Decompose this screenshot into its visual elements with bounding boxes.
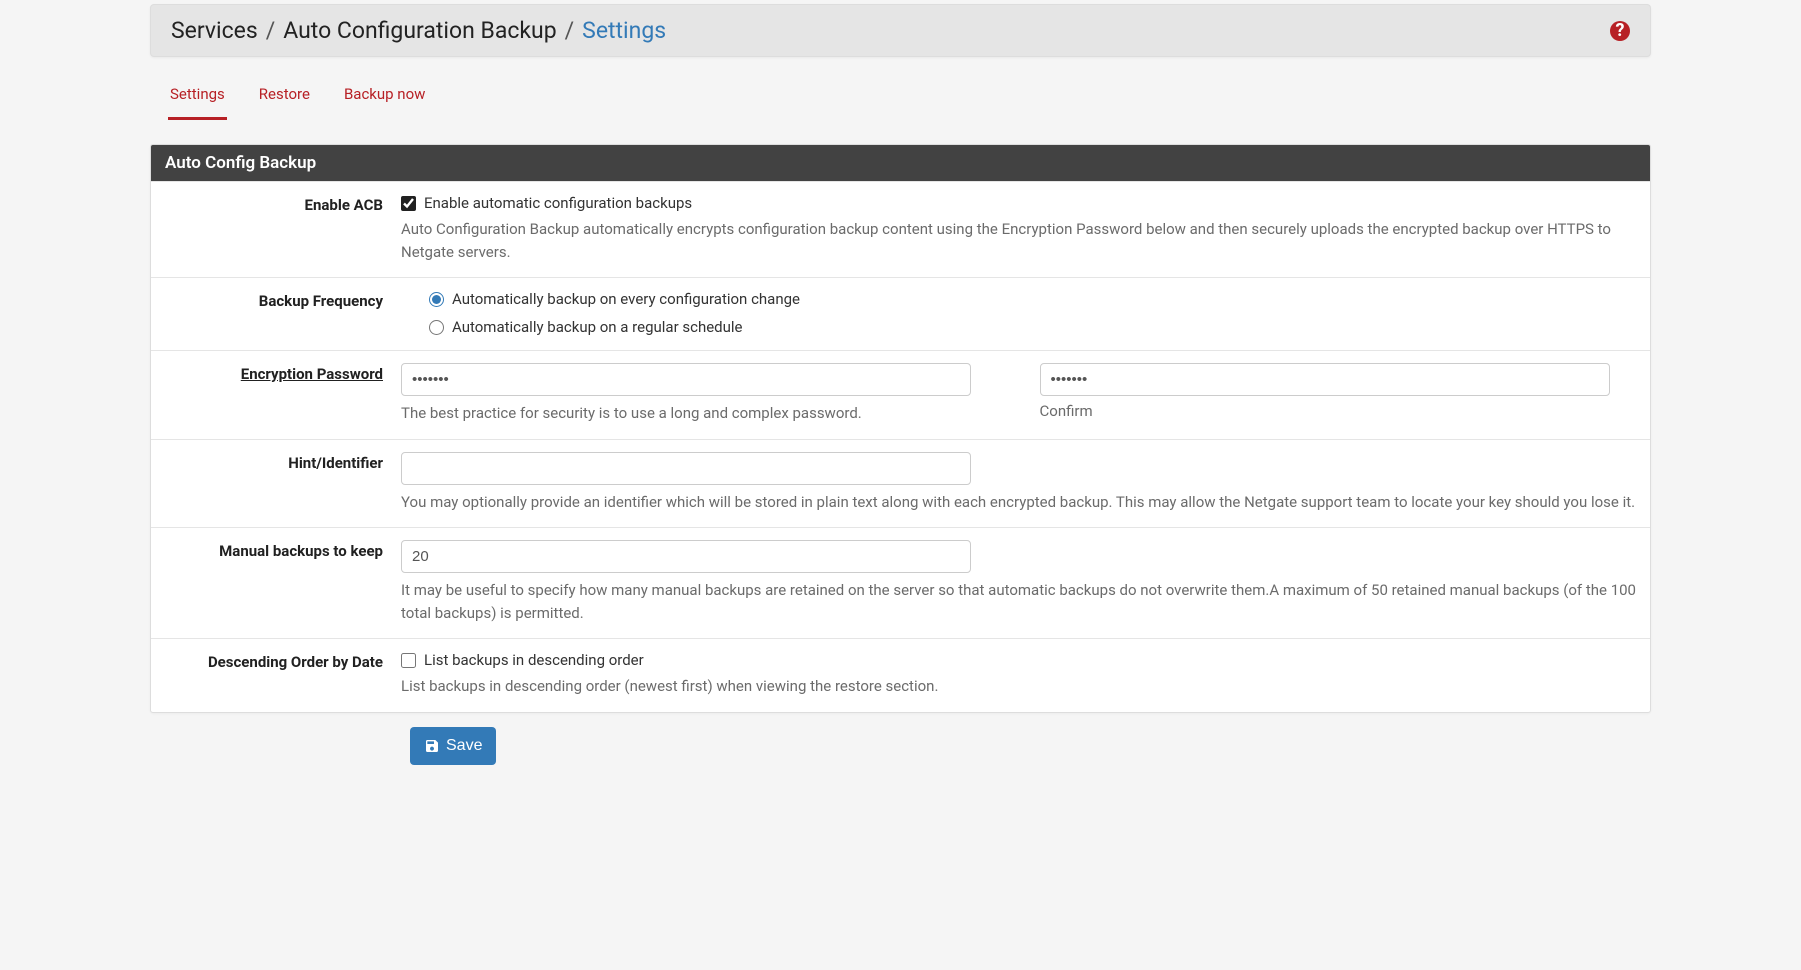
breadcrumb-level3: Settings	[582, 17, 666, 44]
help-icon[interactable]: ?	[1610, 21, 1630, 41]
tab-backup-now[interactable]: Backup now	[342, 81, 427, 119]
save-button[interactable]: Save	[410, 727, 496, 765]
breadcrumb: Services / Auto Configuration Backup / S…	[171, 17, 666, 44]
manual-backups-input[interactable]	[401, 540, 971, 573]
settings-panel: Auto Config Backup Enable ACB Enable aut…	[150, 144, 1651, 713]
tabs: Settings Restore Backup now	[150, 57, 1651, 120]
save-button-label: Save	[446, 737, 482, 755]
encryption-password-confirm-label: Confirm	[1040, 402, 1639, 420]
enable-acb-checkbox[interactable]	[401, 196, 416, 211]
label-descending-order: Descending Order by Date	[151, 639, 401, 712]
checkbox-row-enable-acb[interactable]: Enable automatic configuration backups	[401, 194, 1638, 212]
frequency-option1-label: Automatically backup on every configurat…	[452, 290, 800, 308]
row-enable-acb: Enable ACB Enable automatic configuratio…	[151, 181, 1650, 277]
hint-identifier-input[interactable]	[401, 452, 971, 485]
radio-row-frequency-schedule[interactable]: Automatically backup on a regular schedu…	[429, 318, 1638, 336]
breadcrumb-level2[interactable]: Auto Configuration Backup	[283, 17, 556, 44]
frequency-radio-every-change[interactable]	[429, 292, 444, 307]
encryption-password-input[interactable]	[401, 363, 971, 396]
label-manual-backups: Manual backups to keep	[151, 528, 401, 638]
encryption-password-confirm-input[interactable]	[1040, 363, 1610, 396]
enable-acb-checkbox-label: Enable automatic configuration backups	[424, 194, 692, 212]
encryption-password-helper: The best practice for security is to use…	[401, 402, 1000, 425]
breadcrumb-separator: /	[266, 17, 276, 44]
manual-backups-helper: It may be useful to specify how many man…	[401, 579, 1638, 624]
row-hint-identifier: Hint/Identifier You may optionally provi…	[151, 439, 1650, 528]
breadcrumb-level1[interactable]: Services	[171, 17, 258, 44]
enable-acb-helper: Auto Configuration Backup automatically …	[401, 218, 1638, 263]
checkbox-row-descending[interactable]: List backups in descending order	[401, 651, 1638, 669]
save-icon	[424, 738, 440, 754]
panel-title: Auto Config Backup	[151, 145, 1650, 181]
descending-order-checkbox-label: List backups in descending order	[424, 651, 644, 669]
frequency-option2-label: Automatically backup on a regular schedu…	[452, 318, 743, 336]
descending-order-helper: List backups in descending order (newest…	[401, 675, 1638, 698]
label-backup-frequency: Backup Frequency	[151, 278, 401, 350]
page-header: Services / Auto Configuration Backup / S…	[150, 4, 1651, 57]
label-enable-acb: Enable ACB	[151, 182, 401, 277]
descending-order-checkbox[interactable]	[401, 653, 416, 668]
row-backup-frequency: Backup Frequency Automatically backup on…	[151, 277, 1650, 350]
tab-settings[interactable]: Settings	[168, 81, 227, 120]
label-encryption-password: Encryption Password	[151, 351, 401, 439]
hint-identifier-helper: You may optionally provide an identifier…	[401, 491, 1638, 514]
row-manual-backups: Manual backups to keep It may be useful …	[151, 527, 1650, 638]
breadcrumb-separator: /	[565, 17, 575, 44]
save-row: Save	[150, 713, 1651, 765]
row-descending-order: Descending Order by Date List backups in…	[151, 638, 1650, 712]
label-hint-identifier: Hint/Identifier	[151, 440, 401, 528]
frequency-radio-schedule[interactable]	[429, 320, 444, 335]
row-encryption-password: Encryption Password The best practice fo…	[151, 350, 1650, 439]
tab-restore[interactable]: Restore	[257, 81, 312, 119]
radio-row-frequency-every-change[interactable]: Automatically backup on every configurat…	[429, 290, 1638, 308]
